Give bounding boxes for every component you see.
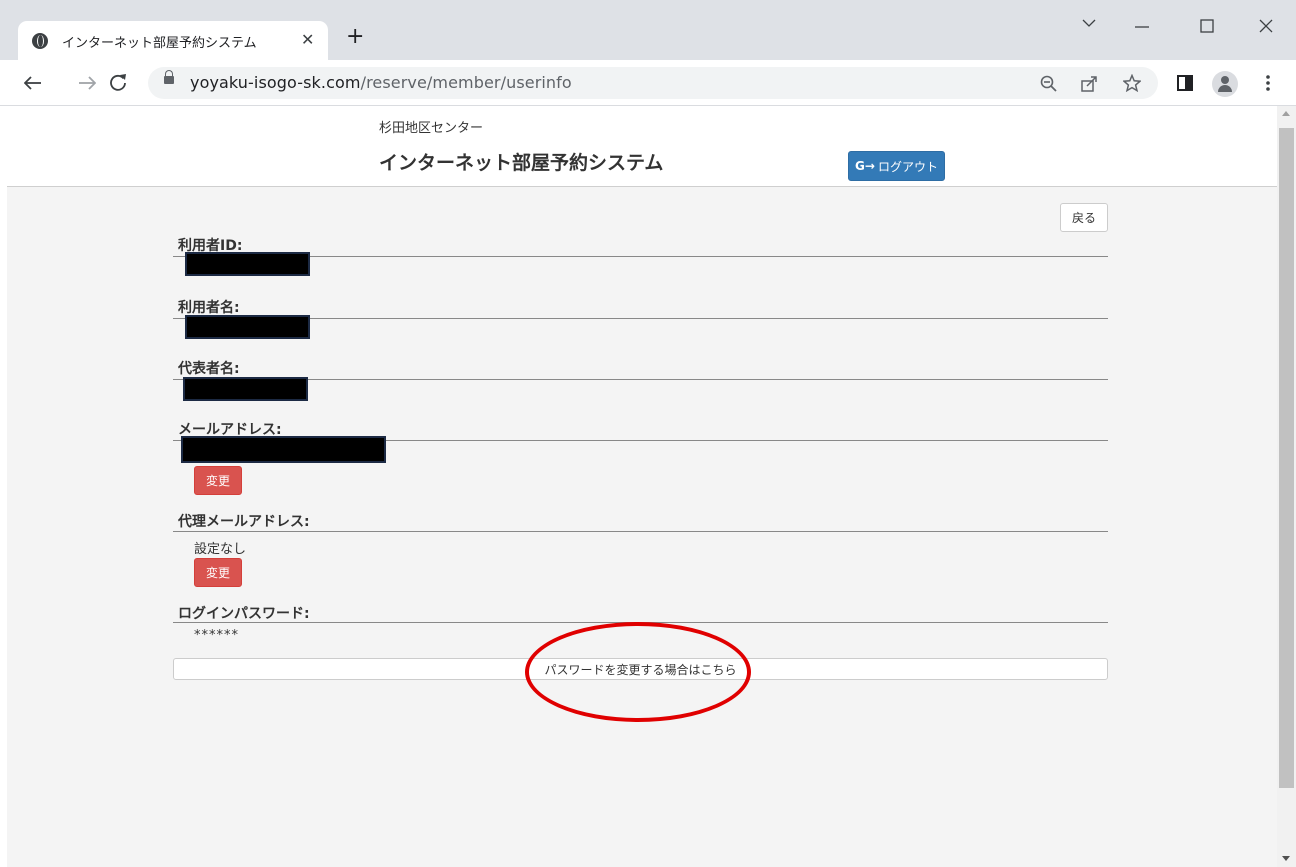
window-frame: [0, 106, 7, 867]
logout-label: ログアウト: [877, 159, 938, 174]
password-label: ログインパスワード:: [178, 606, 310, 622]
proxy-email-change-button[interactable]: 変更: [194, 558, 242, 587]
zoom-out-icon[interactable]: [1040, 75, 1057, 92]
logout-button[interactable]: G→ ログアウト: [848, 151, 945, 181]
password-value: ******: [194, 628, 239, 643]
menu-icon[interactable]: [1266, 74, 1270, 92]
back-button[interactable]: 戻る: [1060, 203, 1108, 232]
divider: [173, 379, 1108, 380]
browser-toolbar: yoyaku-isogo-sk.com/reserve/member/useri…: [0, 60, 1296, 106]
url-text[interactable]: yoyaku-isogo-sk.com/reserve/member/useri…: [190, 73, 572, 92]
minimize-icon[interactable]: [1135, 26, 1149, 28]
close-icon[interactable]: [1259, 19, 1273, 33]
browser-titlebar: インターネット部屋予約システム ✕ +: [0, 0, 1296, 60]
reload-icon[interactable]: [109, 73, 127, 91]
scroll-up-icon[interactable]: [1282, 111, 1290, 116]
logout-icon: G→: [855, 159, 875, 173]
chevron-down-icon[interactable]: [1082, 19, 1096, 28]
address-bar[interactable]: yoyaku-isogo-sk.com/reserve/member/useri…: [148, 67, 1158, 99]
email-change-button[interactable]: 変更: [194, 466, 242, 495]
center-name: 杉田地区センター: [379, 121, 484, 136]
proxy-email-value: 設定なし: [194, 542, 247, 557]
proxy-email-label: 代理メールアドレス:: [178, 514, 310, 530]
forward-arrow-icon[interactable]: [78, 76, 96, 90]
scroll-down-icon[interactable]: [1282, 856, 1290, 861]
redacted-rep-name: [183, 377, 308, 401]
divider: [173, 622, 1108, 623]
redacted-user-id: [185, 252, 310, 276]
star-icon[interactable]: [1123, 74, 1141, 92]
redacted-email: [181, 436, 386, 463]
page-viewport: 杉田地区センター インターネット部屋予約システム G→ ログアウト 戻る 利用者…: [7, 106, 1277, 867]
divider: [173, 256, 1108, 257]
redacted-user-name: [185, 315, 310, 339]
tab-close-icon[interactable]: ✕: [301, 30, 314, 49]
divider: [173, 531, 1108, 532]
page-header: 杉田地区センター インターネット部屋予約システム G→ ログアウト: [7, 106, 1277, 187]
change-password-link[interactable]: パスワードを変更する場合はこちら: [173, 658, 1108, 680]
lock-icon: [164, 70, 174, 84]
rep-name-label: 代表者名:: [178, 361, 240, 377]
page-title: インターネット部屋予約システム: [379, 152, 664, 174]
scroll-thumb[interactable]: [1279, 128, 1294, 788]
profile-icon[interactable]: [1212, 71, 1238, 97]
tab-title: インターネット部屋予約システム: [62, 36, 257, 51]
browser-tab[interactable]: インターネット部屋予約システム ✕: [18, 21, 328, 60]
user-name-label: 利用者名:: [178, 300, 240, 316]
page-scrollbar[interactable]: [1277, 106, 1296, 867]
globe-icon: [32, 33, 48, 49]
side-panel-icon[interactable]: [1177, 75, 1193, 91]
maximize-icon[interactable]: [1200, 19, 1214, 33]
share-icon[interactable]: [1081, 75, 1098, 92]
new-tab-icon[interactable]: +: [346, 24, 364, 49]
divider: [173, 318, 1108, 319]
back-arrow-icon[interactable]: [24, 76, 42, 90]
